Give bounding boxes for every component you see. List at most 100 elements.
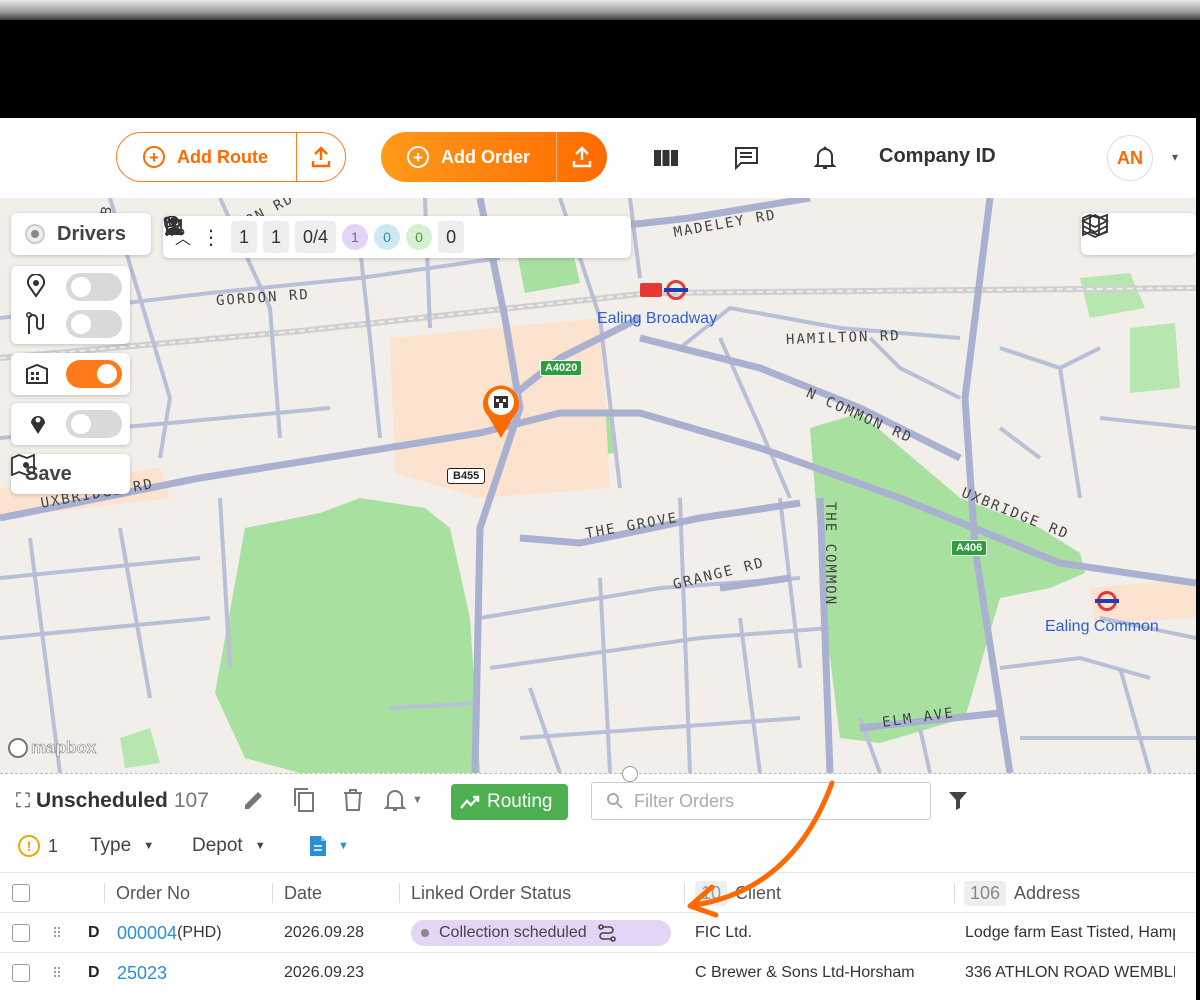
row-checkbox[interactable]: [12, 924, 30, 942]
messages-icon[interactable]: [731, 144, 761, 172]
edit-icon[interactable]: [242, 788, 266, 812]
depot-marker[interactable]: [480, 382, 522, 440]
type-label: Type: [90, 835, 132, 856]
routes-count-chip[interactable]: 1: [163, 216, 258, 253]
stops-count-chip[interactable]: 0/4: [164, 216, 337, 253]
more-vertical-icon[interactable]: ⋮: [201, 225, 221, 250]
stops-count: 0/4: [303, 226, 329, 247]
unscheduled-count: 107: [173, 789, 209, 812]
select-all-checkbox[interactable]: [12, 884, 30, 902]
status-count-blue[interactable]: 0: [374, 224, 401, 250]
mapbox-label: mapbox: [31, 738, 97, 758]
plus-circle-icon: +: [143, 146, 165, 168]
drivers-count-chip[interactable]: 1: [165, 217, 290, 253]
drivers-toggle[interactable]: Drivers: [11, 213, 151, 255]
depot-building-icon: [26, 363, 48, 384]
columns-icon[interactable]: [651, 144, 681, 172]
column-divider: [104, 883, 105, 903]
upload-orders-button[interactable]: [557, 132, 607, 182]
order-suffix: (PHD): [177, 924, 222, 941]
drivers-count: 1: [271, 226, 282, 247]
status-count-purple[interactable]: 1: [342, 224, 369, 250]
header-order-no[interactable]: Order No: [116, 873, 190, 913]
road-shield: B455: [447, 468, 486, 484]
add-order-button[interactable]: + Add Order: [381, 132, 557, 182]
pins-layer-toggle[interactable]: [66, 410, 122, 438]
column-divider: [954, 883, 955, 903]
annotation-arrow: [687, 780, 835, 918]
mapbox-attribution[interactable]: mapbox: [8, 738, 96, 758]
order-number-link[interactable]: 25023: [117, 963, 167, 984]
resize-handle[interactable]: [622, 766, 638, 782]
road-label: THE COMMON: [822, 501, 839, 607]
header-address[interactable]: 106 Address: [964, 873, 1080, 913]
route-path-icon: [25, 311, 44, 334]
status-label: Collection scheduled: [439, 924, 587, 941]
route-icon: [597, 924, 616, 942]
client-cell: C Brewer & Sons Ltd-Horsham: [695, 964, 915, 981]
header-date[interactable]: Date: [284, 873, 322, 913]
table-row[interactable]: ⠿ D 000004 (PHD) 2026.09.28 Collection s…: [0, 912, 1196, 952]
map-style-controls: [1081, 213, 1196, 255]
park-area: [810, 413, 1085, 743]
filter-icon[interactable]: [947, 789, 969, 811]
notify-dropdown[interactable]: ▼: [384, 788, 423, 812]
column-divider: [272, 883, 273, 903]
routing-button[interactable]: Routing: [451, 784, 568, 820]
status-badge[interactable]: Collection scheduled: [411, 920, 671, 946]
radio-icon: [25, 224, 45, 244]
status-count-green[interactable]: 0: [406, 224, 433, 250]
chevron-down-icon: ▼: [338, 840, 349, 852]
order-number-link[interactable]: 000004: [117, 923, 177, 944]
address-cell: Lodge farm East Tisted, Hampshire: [965, 924, 1175, 941]
depot-toggle-panel: [11, 353, 130, 395]
device-frame: + Add Route + Add Order Company ID AN ▾ …: [0, 0, 1200, 1000]
order-number[interactable]: 25023: [117, 953, 167, 993]
expand-icon[interactable]: ⛶: [16, 790, 30, 813]
stops-layer-toggle[interactable]: [66, 273, 122, 301]
panel-title: ⛶ Unscheduled 107: [16, 786, 209, 816]
routing-label: Routing: [487, 791, 553, 812]
underground-icon: [664, 280, 688, 300]
document-dropdown[interactable]: ▼: [308, 832, 349, 860]
station-icons: [640, 280, 688, 300]
order-number[interactable]: 000004 (PHD): [117, 913, 222, 953]
map-save-icon: [11, 454, 35, 476]
order-flag: D: [88, 924, 100, 941]
warning-filter[interactable]: ! 1: [18, 832, 58, 860]
unrouted-count: 0: [446, 226, 457, 247]
type-dropdown[interactable]: Type ▼: [90, 832, 154, 860]
map[interactable]: MADELEY RD GORDON RD HAMILTON RD N COMMO…: [0, 198, 1196, 773]
add-route-button[interactable]: + Add Route: [117, 133, 297, 181]
linked-status-cell: Collection scheduled: [411, 913, 671, 953]
address-header-label: Address: [1014, 882, 1081, 903]
park-area: [120, 728, 160, 768]
layers-icon[interactable]: [1081, 213, 1109, 239]
park-area: [1130, 323, 1180, 393]
header-linked-status[interactable]: Linked Order Status: [411, 873, 571, 913]
copy-icon[interactable]: [292, 787, 316, 813]
trash-icon[interactable]: [342, 788, 364, 812]
unscheduled-title: Unscheduled: [36, 789, 168, 812]
drag-handle-icon[interactable]: ⠿: [52, 913, 60, 953]
save-map-button[interactable]: Save: [11, 454, 130, 494]
add-order-group: + Add Order: [381, 132, 607, 182]
depot-layer-toggle[interactable]: [66, 360, 122, 388]
order-flag: D: [88, 964, 100, 981]
depot-dropdown[interactable]: Depot ▼: [192, 832, 266, 860]
row-checkbox[interactable]: [12, 964, 30, 982]
avatar[interactable]: AN: [1107, 135, 1153, 181]
warning-icon: !: [18, 835, 40, 857]
unrouted-count-chip[interactable]: 0: [164, 217, 465, 253]
chevron-down-icon: ▼: [254, 840, 266, 852]
bell-icon: [384, 790, 406, 811]
upload-routes-button[interactable]: [297, 133, 345, 181]
layer-toggle-panel: [11, 266, 130, 344]
routes-layer-toggle[interactable]: [66, 310, 122, 338]
stops-pin-icon: [27, 274, 45, 298]
bell-icon[interactable]: [810, 144, 840, 172]
park-area: [215, 498, 480, 773]
chevron-down-icon[interactable]: ▾: [1172, 150, 1178, 164]
drag-handle-icon[interactable]: ⠿: [52, 953, 60, 993]
table-row[interactable]: ⠿ D 25023 2026.09.23 C Brewer & Sons Ltd…: [0, 952, 1196, 992]
